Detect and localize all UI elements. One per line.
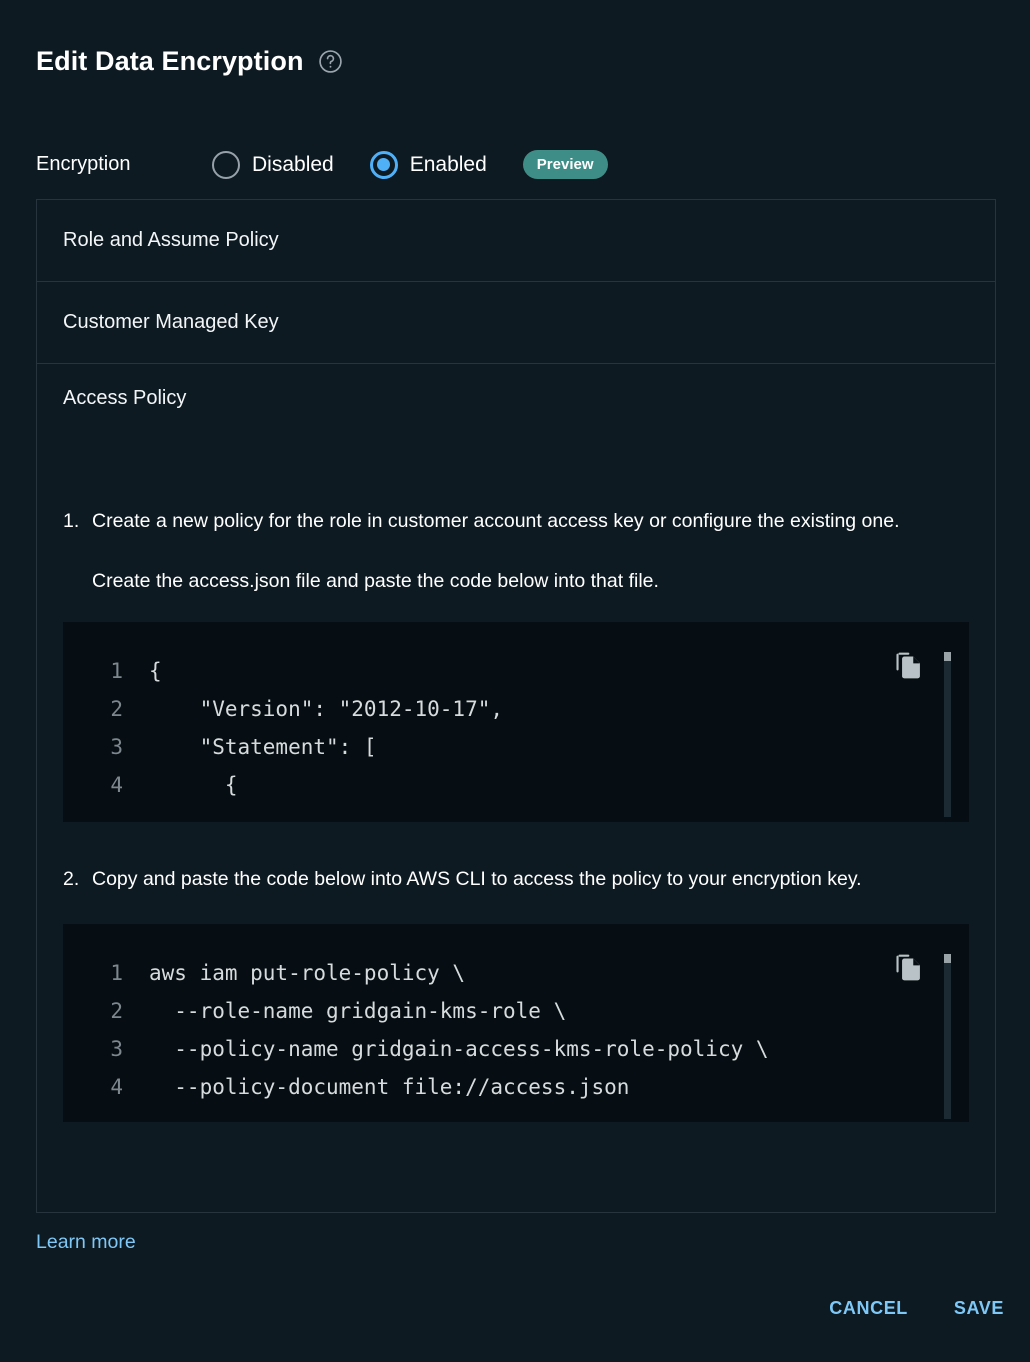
radio-enabled-icon[interactable] xyxy=(369,150,398,179)
step-1: 1. Create a new policy for the role in c… xyxy=(63,506,969,536)
step-1-sub-spacer xyxy=(63,536,92,596)
cancel-button[interactable]: CANCEL xyxy=(829,1298,908,1319)
code-content-aws-cli: aws iam put-role-policy \ --role-name gr… xyxy=(149,961,769,1099)
dialog-header: Edit Data Encryption xyxy=(36,46,343,77)
access-policy-body: 1. Create a new policy for the role in c… xyxy=(37,506,995,1122)
radio-disabled-icon[interactable] xyxy=(212,150,240,179)
learn-more-link[interactable]: Learn more xyxy=(36,1231,136,1254)
edit-data-encryption-dialog: Edit Data Encryption Encryption Disabled… xyxy=(0,0,1030,1362)
section-header-role-and-assume-policy[interactable]: Role and Assume Policy xyxy=(37,200,995,281)
copy-icon[interactable] xyxy=(893,954,927,988)
code-scrollbar-track-2[interactable] xyxy=(944,954,951,1119)
step-2-text: Copy and paste the code below into AWS C… xyxy=(92,868,862,890)
step-1-sub-row: Create the access.json file and paste th… xyxy=(63,536,969,596)
section-header-customer-managed-key[interactable]: Customer Managed Key xyxy=(37,282,995,363)
code-block-access-json[interactable]: 1 2 3 4 { "Version": "2012-10-17", "Stat… xyxy=(63,622,969,822)
radio-option-enabled-label: Enabled xyxy=(409,152,487,176)
radio-option-enabled[interactable]: Enabled xyxy=(369,150,487,179)
dialog-actions: CANCEL SAVE xyxy=(829,1298,1004,1319)
section-title: Role and Assume Policy xyxy=(63,229,279,251)
section-title: Customer Managed Key xyxy=(63,311,279,333)
radio-option-disabled[interactable]: Disabled xyxy=(212,150,334,179)
encryption-settings-card: Role and Assume Policy Customer Managed … xyxy=(36,199,996,1213)
step-1-subtext: Create the access.json file and paste th… xyxy=(92,570,659,592)
step-2: 2. Copy and paste the code below into AW… xyxy=(63,864,969,894)
section-customer-managed-key: Customer Managed Key xyxy=(37,282,995,364)
code-scrollbar-track-1[interactable] xyxy=(944,652,951,817)
code-line-numbers-1: 1 2 3 4 xyxy=(110,659,123,797)
section-header-access-policy[interactable]: Access Policy xyxy=(37,364,995,432)
section-role-and-assume-policy: Role and Assume Policy xyxy=(37,200,995,282)
copy-icon[interactable] xyxy=(893,652,927,686)
encryption-option-row: Encryption Disabled Enabled Preview xyxy=(36,150,608,179)
step-2-number: 2. xyxy=(63,868,80,890)
code-scrollbar-thumb-2[interactable] xyxy=(944,954,951,963)
save-button[interactable]: SAVE xyxy=(954,1298,1004,1319)
code-block-aws-cli[interactable]: 1 2 3 4 aws iam put-role-policy \ --role… xyxy=(63,924,969,1122)
section-title: Access Policy xyxy=(63,386,187,409)
help-circle-icon[interactable] xyxy=(318,49,343,74)
preview-badge: Preview xyxy=(522,150,608,179)
code-scrollbar-thumb-1[interactable] xyxy=(944,652,951,661)
radio-option-disabled-label: Disabled xyxy=(252,152,334,176)
page-title: Edit Data Encryption xyxy=(36,46,304,76)
encryption-label: Encryption xyxy=(36,153,131,175)
code-line-numbers-2: 1 2 3 4 xyxy=(110,961,123,1099)
section-access-policy: Access Policy 1. Create a new policy for… xyxy=(37,364,995,1122)
step-1-number: 1. xyxy=(63,510,80,532)
step-1-text: Create a new policy for the role in cust… xyxy=(92,510,900,532)
code-content-access-json: { "Version": "2012-10-17", "Statement": … xyxy=(149,659,504,797)
